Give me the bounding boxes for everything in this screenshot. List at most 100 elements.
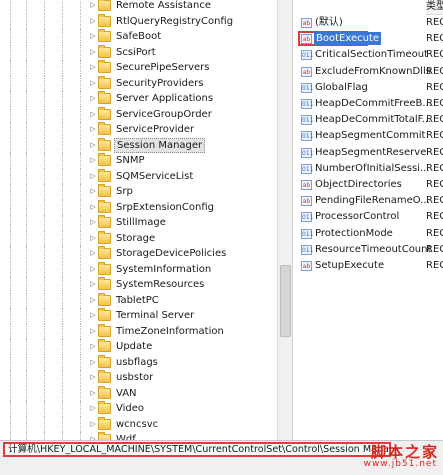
tree-item[interactable]: ▷ StillImage (0, 215, 276, 231)
value-row[interactable]: abSetupExecute REG (293, 258, 443, 274)
tree-item[interactable]: ▷ TimeZoneInformation (0, 323, 276, 339)
tree-guide-line (44, 230, 45, 246)
tree-item[interactable]: ▷ SQMServiceList (0, 168, 276, 184)
tree-scrollbar[interactable] (277, 0, 292, 440)
tree-item[interactable]: ▷ usbflags (0, 354, 276, 370)
expand-arrow-icon[interactable]: ▷ (90, 249, 96, 258)
tree-item[interactable]: ▷ Srp (0, 184, 276, 200)
value-name: ProtectionMode (315, 227, 393, 239)
binary-value-icon: 011 (301, 115, 314, 126)
string-value-icon: ab (301, 180, 312, 190)
tree-item[interactable]: ▷ ServiceGroupOrder (0, 106, 276, 122)
expand-arrow-icon[interactable]: ▷ (90, 32, 96, 41)
expand-arrow-icon[interactable]: ▷ (90, 373, 96, 382)
tree-item[interactable]: ▷ Video (0, 401, 276, 417)
expand-arrow-icon[interactable]: ▷ (90, 280, 96, 289)
tree-guide-line (10, 215, 11, 231)
value-type: REG (426, 195, 443, 207)
tree-guide-line (62, 168, 63, 184)
value-row[interactable]: abBootExecute REG (293, 31, 443, 47)
expand-arrow-icon[interactable]: ▷ (90, 420, 96, 429)
tree-item[interactable]: ▷ SecurityProviders (0, 75, 276, 91)
value-row[interactable]: 011GlobalFlag REG (293, 80, 443, 96)
expand-arrow-icon[interactable]: ▷ (90, 389, 96, 398)
tree-item[interactable]: ▷ Update (0, 339, 276, 355)
value-row[interactable]: 011ProcessorControl REG (293, 209, 443, 225)
registry-values-list[interactable]: 类型 ab(默认)REGabBootExecuteREG011CriticalS… (292, 0, 443, 440)
expand-arrow-icon[interactable]: ▷ (90, 265, 96, 274)
value-row[interactable]: 011HeapDeCommitFreeB...REG (293, 96, 443, 112)
value-row[interactable]: ab(默认) REG (293, 15, 443, 31)
expand-arrow-icon[interactable]: ▷ (90, 172, 96, 181)
expand-arrow-icon[interactable]: ▷ (90, 327, 96, 336)
tree-item[interactable]: ▷ ScsiPort (0, 44, 276, 60)
tree-item[interactable]: ▷ ServiceProvider (0, 122, 276, 138)
column-header-type[interactable]: 类型 (426, 0, 443, 15)
expand-arrow-icon[interactable]: ▷ (90, 110, 96, 119)
expand-arrow-icon[interactable]: ▷ (90, 141, 96, 150)
expand-arrow-icon[interactable]: ▷ (90, 218, 96, 227)
expand-arrow-icon[interactable]: ▷ (90, 48, 96, 57)
value-row[interactable]: 011NumberOfInitialSessi...REG (293, 161, 443, 177)
tree-item[interactable]: ▷ SafeBoot (0, 29, 276, 45)
tree-item[interactable]: ▷ SecurePipeServers (0, 60, 276, 76)
tree-item-label: Video (116, 403, 145, 414)
tree-item[interactable]: ▷ SrpExtensionConfig (0, 199, 276, 215)
tree-item[interactable]: ▷ SNMP (0, 153, 276, 169)
tree-guide-line (10, 401, 11, 417)
expand-arrow-icon[interactable]: ▷ (90, 311, 96, 320)
value-row[interactable]: abObjectDirectories REG (293, 177, 443, 193)
expand-arrow-icon[interactable]: ▷ (90, 187, 96, 196)
expand-arrow-icon[interactable]: ▷ (90, 125, 96, 134)
registry-path-address[interactable]: 计算机\HKEY_LOCAL_MACHINE\SYSTEM\CurrentCon… (3, 442, 391, 457)
value-row[interactable]: 011HeapSegmentCommitREG (293, 128, 443, 144)
tree-item-label: Session Manager (114, 137, 206, 153)
tree-item[interactable]: ▷ Session Manager (0, 137, 276, 153)
tree-guide-line (80, 106, 81, 122)
tree-item[interactable]: ▷ SystemInformation (0, 261, 276, 277)
tree-guide-line (26, 308, 27, 324)
expand-arrow-icon[interactable]: ▷ (90, 17, 96, 26)
tree-guide-line (80, 137, 81, 153)
tree-item[interactable]: ▷ Storage (0, 230, 276, 246)
expand-arrow-icon[interactable]: ▷ (90, 94, 96, 103)
tree-guide-line (80, 29, 81, 45)
value-name: NumberOfInitialSessi... (315, 162, 430, 174)
expand-arrow-icon[interactable]: ▷ (90, 203, 96, 212)
tree-item[interactable]: ▷ TabletPC (0, 292, 276, 308)
expand-arrow-icon[interactable]: ▷ (90, 1, 96, 10)
expand-arrow-icon[interactable]: ▷ (90, 358, 96, 367)
folder-icon (98, 60, 111, 73)
expand-arrow-icon[interactable]: ▷ (90, 79, 96, 88)
value-row[interactable]: 011CriticalSectionTimeoutREG (293, 47, 443, 63)
tree-item[interactable]: ▷ Wdf (0, 432, 276, 440)
expand-arrow-icon[interactable]: ▷ (90, 156, 96, 165)
expand-arrow-icon[interactable]: ▷ (90, 404, 96, 413)
tree-item[interactable]: ▷ usbstor (0, 370, 276, 386)
tree-scrollbar-thumb[interactable] (280, 265, 291, 337)
expand-arrow-icon[interactable]: ▷ (90, 63, 96, 72)
tree-guide-line (44, 401, 45, 417)
value-type: REG (426, 114, 443, 126)
tree-guide-line (10, 277, 11, 293)
expand-arrow-icon[interactable]: ▷ (90, 234, 96, 243)
tree-item[interactable]: ▷ Server Applications (0, 91, 276, 107)
registry-key-tree[interactable]: ▷ Remote Assistance ▷ RtlQueryRegistryConfi… (0, 0, 276, 440)
tree-item-label: ServiceGroupOrder (116, 108, 212, 120)
tree-item[interactable]: ▷ StorageDevicePolicies (0, 246, 276, 262)
value-row[interactable]: 011ProtectionMode REG (293, 226, 443, 242)
tree-item[interactable]: ▷ wcncsvc (0, 416, 276, 432)
tree-item[interactable]: ▷ SystemResources (0, 277, 276, 293)
value-row[interactable]: 011HeapSegmentReserveREG (293, 145, 443, 161)
tree-item[interactable]: ▷ RtlQueryRegistryConfig (0, 13, 276, 29)
value-row[interactable]: abPendingFileRenameO...REG (293, 193, 443, 209)
tree-item[interactable]: ▷ Terminal Server (0, 308, 276, 324)
value-row[interactable]: 011ResourceTimeoutCountREG (293, 242, 443, 258)
tree-guide-line (26, 44, 27, 60)
tree-item[interactable]: ▷ Remote Assistance (0, 0, 276, 14)
tree-item[interactable]: ▷ VAN (0, 385, 276, 401)
value-row[interactable]: abExcludeFromKnownDllsREG (293, 64, 443, 80)
expand-arrow-icon[interactable]: ▷ (90, 296, 96, 305)
expand-arrow-icon[interactable]: ▷ (90, 342, 96, 351)
value-row[interactable]: 011HeapDeCommitTotalF...REG (293, 112, 443, 128)
